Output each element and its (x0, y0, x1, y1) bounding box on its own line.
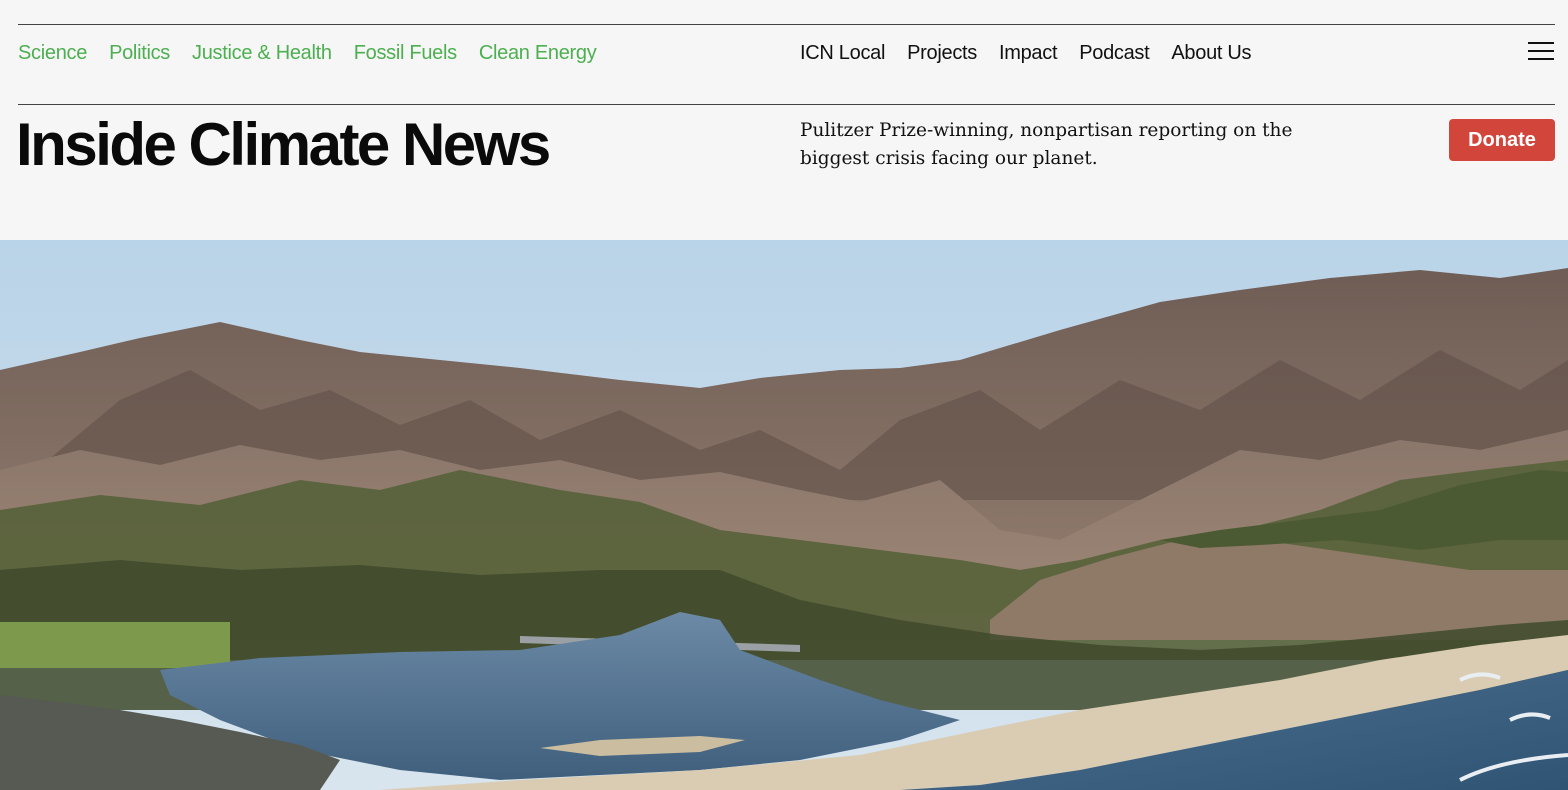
nav-projects[interactable]: Projects (907, 42, 977, 65)
hamburger-menu-icon[interactable] (1528, 42, 1554, 62)
site-tagline: Pulitzer Prize-winning, nonpartisan repo… (800, 120, 1293, 169)
hero-image (0, 240, 1568, 790)
menu-line (1528, 50, 1554, 52)
golf-course (0, 622, 230, 668)
nav-politics[interactable]: Politics (109, 42, 170, 65)
nav-science[interactable]: Science (18, 42, 87, 65)
header-divider (18, 104, 1555, 105)
nav-fossil-fuels[interactable]: Fossil Fuels (354, 42, 457, 65)
nav-impact[interactable]: Impact (999, 42, 1058, 65)
nav-justice-health[interactable]: Justice & Health (192, 42, 332, 65)
site-logo[interactable]: Inside Climate News (16, 110, 551, 179)
nav-clean-energy[interactable]: Clean Energy (479, 42, 597, 65)
nav-about-us[interactable]: About Us (1171, 42, 1251, 65)
donate-button[interactable]: Donate (1449, 119, 1555, 161)
nav-icn-local[interactable]: ICN Local (800, 42, 885, 65)
menu-line (1528, 42, 1554, 44)
nav-podcast[interactable]: Podcast (1079, 42, 1149, 65)
section-nav: Science Politics Justice & Health Fossil… (18, 38, 618, 68)
menu-line (1528, 58, 1554, 60)
coastal-landscape-illustration (0, 240, 1568, 790)
site-nav: ICN Local Projects Impact Podcast About … (800, 38, 1273, 68)
top-divider (18, 24, 1555, 25)
